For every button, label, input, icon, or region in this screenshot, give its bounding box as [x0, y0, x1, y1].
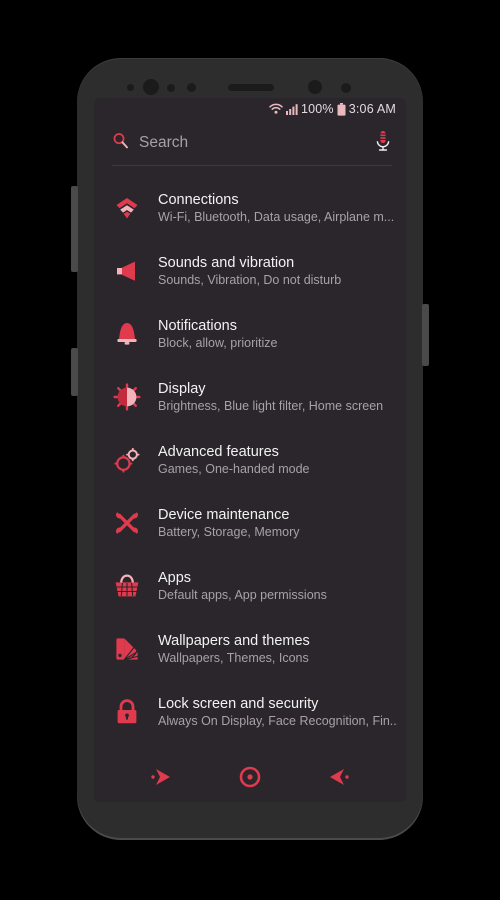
- search-input-area[interactable]: Search: [112, 132, 374, 154]
- list-item-text: Advanced features Games, One-handed mode: [158, 444, 309, 476]
- list-item-subtitle: Always On Display, Face Recognition, Fin…: [158, 713, 398, 728]
- display-brightness-icon: [112, 382, 142, 412]
- settings-list: Connections Wi-Fi, Bluetooth, Data usage…: [94, 166, 406, 743]
- list-item-title: Device maintenance: [158, 506, 290, 523]
- screenshot-root: 100% 3:06 AM Search Connections Wi-Fi, B…: [0, 0, 500, 900]
- battery-percent-label: 100%: [300, 102, 334, 116]
- proximity-sensor: [341, 83, 351, 93]
- power-button[interactable]: [422, 304, 429, 366]
- list-item-title: Notifications: [158, 317, 237, 334]
- list-item-subtitle: Default apps, App permissions: [158, 587, 327, 602]
- cellular-signal-icon: [285, 103, 298, 115]
- list-item[interactable]: Device maintenance Battery, Storage, Mem…: [94, 491, 406, 554]
- list-item-text: Connections Wi-Fi, Bluetooth, Data usage…: [158, 192, 394, 224]
- microphone-icon[interactable]: [374, 130, 392, 157]
- list-item-title: Lock screen and security: [158, 695, 319, 712]
- search-divider: [112, 165, 392, 166]
- list-item-subtitle: Wi-Fi, Bluetooth, Data usage, Airplane m…: [158, 209, 395, 224]
- lock-padlock-icon: [112, 697, 142, 727]
- clock-label: 3:06 AM: [348, 102, 396, 116]
- list-item-subtitle: Sounds, Vibration, Do not disturb: [158, 272, 342, 287]
- list-item-subtitle: Battery, Storage, Memory: [158, 524, 300, 539]
- search-icon: [112, 132, 129, 154]
- list-item-subtitle: Games, One-handed mode: [158, 461, 310, 476]
- list-item-title: Apps: [158, 569, 192, 586]
- front-camera-lens: [143, 79, 159, 95]
- list-item-text: Device maintenance Battery, Storage, Mem…: [158, 507, 300, 539]
- list-item-text: Apps Default apps, App permissions: [158, 570, 327, 602]
- list-item[interactable]: Apps Default apps, App permissions: [94, 554, 406, 617]
- gears-icon: [112, 445, 142, 475]
- list-item[interactable]: Lock screen and security Always On Displ…: [94, 680, 406, 743]
- search-bar[interactable]: Search: [94, 120, 406, 166]
- status-bar: 100% 3:06 AM: [94, 98, 406, 120]
- back-arrow-icon[interactable]: [319, 762, 355, 792]
- list-item-text: Lock screen and security Always On Displ…: [158, 696, 398, 728]
- wifi-icon: [269, 103, 283, 115]
- bixby-button[interactable]: [71, 348, 78, 396]
- tools-wrench-screwdriver-icon: [112, 508, 142, 538]
- phone-screen: 100% 3:06 AM Search Connections Wi-Fi, B…: [94, 98, 406, 802]
- recents-arrow-icon[interactable]: [145, 762, 181, 792]
- apps-basket-icon: [112, 571, 142, 601]
- sensor-dot-small-1: [127, 84, 134, 91]
- list-item-title: Sounds and vibration: [158, 254, 295, 271]
- earpiece-speaker: [228, 84, 274, 91]
- list-item-text: Notifications Block, allow, prioritize: [158, 318, 278, 350]
- list-item-title: Display: [158, 380, 206, 397]
- sensor-dot-small-2: [167, 84, 175, 92]
- list-item[interactable]: Connections Wi-Fi, Bluetooth, Data usage…: [94, 176, 406, 239]
- list-item[interactable]: Sounds and vibration Sounds, Vibration, …: [94, 239, 406, 302]
- list-item-subtitle: Block, allow, prioritize: [158, 335, 278, 350]
- list-item[interactable]: Advanced features Games, One-handed mode: [94, 428, 406, 491]
- list-item-text: Sounds and vibration Sounds, Vibration, …: [158, 255, 341, 287]
- notification-bell-icon: [112, 319, 142, 349]
- list-item-subtitle: Wallpapers, Themes, Icons: [158, 650, 309, 665]
- list-item[interactable]: Wallpapers and themes Wallpapers, Themes…: [94, 617, 406, 680]
- list-item[interactable]: Display Brightness, Blue light filter, H…: [94, 365, 406, 428]
- list-item-text: Wallpapers and themes Wallpapers, Themes…: [158, 633, 310, 665]
- list-item-title: Advanced features: [158, 443, 279, 460]
- wallpaper-swatch-icon: [112, 634, 142, 664]
- list-item-title: Connections: [158, 191, 239, 208]
- navigation-bar: [94, 752, 406, 802]
- volume-button[interactable]: [71, 186, 78, 272]
- sound-speaker-icon: [112, 256, 142, 286]
- search-input[interactable]: Search: [139, 134, 188, 152]
- list-item[interactable]: Notifications Block, allow, prioritize: [94, 302, 406, 365]
- sensor-dot-small-3: [187, 83, 196, 92]
- home-circle-icon[interactable]: [232, 762, 268, 792]
- list-item-title: Wallpapers and themes: [158, 632, 310, 649]
- list-item-text: Display Brightness, Blue light filter, H…: [158, 381, 383, 413]
- list-item-subtitle: Brightness, Blue light filter, Home scre…: [158, 398, 384, 413]
- battery-full-icon: [337, 102, 346, 116]
- iris-scanner: [308, 80, 322, 94]
- connections-icon: [112, 193, 142, 223]
